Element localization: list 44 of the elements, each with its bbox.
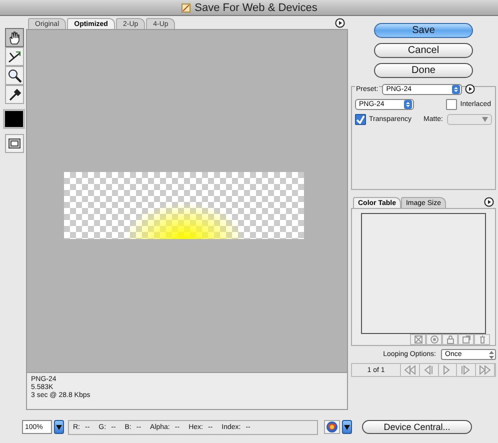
stepper-icon (404, 100, 412, 108)
color-table-button[interactable] (442, 334, 458, 345)
stepper-icon (489, 350, 494, 358)
eyedropper-icon (6, 87, 22, 102)
browser-dropdown-button[interactable] (342, 420, 352, 434)
magnifier-icon (6, 68, 22, 83)
new-color-icon (462, 335, 470, 344)
document-icon (180, 2, 191, 12)
next-frame-icon (460, 365, 472, 375)
previous-frame-icon (422, 365, 435, 375)
map-transparent-icon (414, 335, 422, 344)
color-table-button[interactable] (458, 334, 474, 345)
globe-icon (326, 421, 338, 433)
dropdown-arrow-icon (482, 116, 488, 122)
zoom-tool[interactable] (4, 66, 24, 85)
frame-icon (8, 138, 20, 149)
web-shift-icon (430, 335, 438, 344)
dialog-button[interactable]: Cancel (374, 43, 473, 58)
toggle-slices-button[interactable] (4, 134, 24, 153)
last-frame-icon (479, 365, 492, 375)
browser-preview-button[interactable] (324, 420, 340, 434)
checkmark-icon (356, 114, 365, 124)
eyedropper-tool[interactable] (4, 85, 24, 104)
dialog-button[interactable]: Done (374, 63, 473, 78)
device-central-button[interactable]: Device Central... (362, 420, 472, 434)
lock-icon (446, 335, 454, 344)
color-table-button[interactable] (410, 334, 426, 345)
trash-icon (478, 335, 486, 344)
checkbox[interactable] (446, 98, 458, 110)
hand-icon (6, 30, 22, 45)
color-swatch[interactable] (3, 109, 25, 129)
dialog-button[interactable]: Save (374, 23, 473, 38)
window-title: Save For Web & Devices (194, 2, 318, 14)
first-frame-icon (404, 365, 416, 375)
zoom-dropdown-button[interactable] (54, 420, 64, 434)
color-table-button[interactable] (426, 334, 442, 345)
stepper-icon (452, 84, 460, 94)
dropdown-arrow-icon (56, 424, 62, 430)
color-table-button[interactable] (474, 334, 490, 345)
checkbox[interactable] (355, 114, 366, 124)
slice-tool[interactable] (4, 47, 24, 66)
hand-tool[interactable] (4, 28, 24, 47)
dropdown-arrow-icon (344, 424, 350, 430)
knife-icon (6, 49, 22, 64)
